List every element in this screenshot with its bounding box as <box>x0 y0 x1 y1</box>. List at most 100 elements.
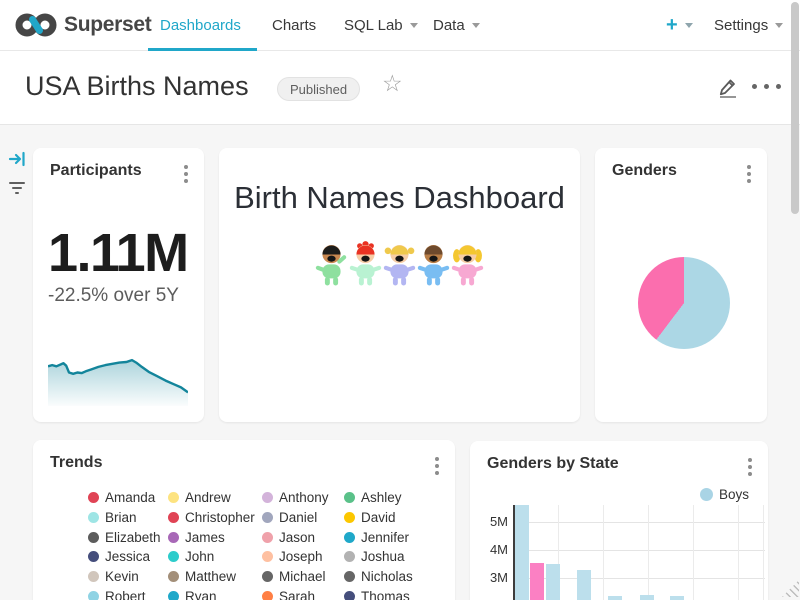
nav-tab-charts[interactable]: Charts <box>272 0 316 50</box>
legend-label: David <box>361 510 396 525</box>
more-actions-button[interactable] <box>752 84 781 89</box>
legend-item-boys[interactable]: Boys <box>700 487 749 502</box>
chart-title: Trends <box>50 454 102 472</box>
trendline-sparkline[interactable] <box>48 344 188 406</box>
nav-menu-label: Settings <box>714 17 768 34</box>
card-resize-handle[interactable] <box>782 580 799 597</box>
kebab-menu-button[interactable] <box>745 163 753 185</box>
legend-item-brian[interactable]: Brian <box>88 508 168 528</box>
legend-label: Jason <box>279 530 315 545</box>
legend-label: Ashley <box>361 490 402 505</box>
legend-item-david[interactable]: David <box>344 508 454 528</box>
legend-item-anthony[interactable]: Anthony <box>262 488 344 508</box>
legend-dot <box>88 492 99 503</box>
legend-dot <box>262 512 273 523</box>
legend-label: Brian <box>105 510 137 525</box>
bar-boys[interactable] <box>640 595 654 600</box>
legend-item-daniel[interactable]: Daniel <box>262 508 344 528</box>
legend-item-ryan[interactable]: Ryan <box>168 586 262 600</box>
kebab-menu-button[interactable] <box>433 455 441 477</box>
genders-pie-chart[interactable] <box>638 257 730 349</box>
legend-item-john[interactable]: John <box>168 547 262 567</box>
legend-item-jessica[interactable]: Jessica <box>88 547 168 567</box>
superset-logo[interactable]: Superset <box>14 11 151 39</box>
legend-dot <box>168 492 179 503</box>
nav-menu-data[interactable]: Data <box>433 0 480 50</box>
y-axis-tick: 4M <box>478 542 508 557</box>
bar-boys[interactable] <box>577 570 591 600</box>
scrollbar-thumb[interactable] <box>791 2 799 214</box>
chevron-down-icon <box>685 23 693 28</box>
legend-label: Robert <box>105 589 146 600</box>
legend-label: Thomas <box>361 589 410 600</box>
legend-dot <box>168 532 179 543</box>
top-navbar: Superset Dashboards Charts SQL Lab Data … <box>0 0 800 51</box>
legend-item-amanda[interactable]: Amanda <box>88 488 168 508</box>
chevron-down-icon <box>410 23 418 28</box>
nav-menu-sql-lab[interactable]: SQL Lab <box>344 0 418 50</box>
kid-figure <box>349 236 382 292</box>
legend-item-matthew[interactable]: Matthew <box>168 567 262 587</box>
legend-item-thomas[interactable]: Thomas <box>344 586 454 600</box>
legend-item-sarah[interactable]: Sarah <box>262 586 344 600</box>
plus-icon: + <box>666 14 678 37</box>
bar-boys[interactable] <box>670 596 684 600</box>
legend-item-michael[interactable]: Michael <box>262 567 344 587</box>
legend-dot <box>168 512 179 523</box>
kid-figure <box>315 236 348 292</box>
gridline <box>515 550 765 551</box>
y-axis-tick: 5M <box>478 514 508 529</box>
kebab-menu-button[interactable] <box>746 456 754 478</box>
legend-item-joshua[interactable]: Joshua <box>344 547 454 567</box>
legend-item-elizabeth[interactable]: Elizabeth <box>88 527 168 547</box>
kebab-menu-button[interactable] <box>182 163 190 185</box>
legend-item-jason[interactable]: Jason <box>262 527 344 547</box>
bar-boys[interactable] <box>608 596 622 600</box>
legend-label: Michael <box>279 569 326 584</box>
legend-item-nicholas[interactable]: Nicholas <box>344 567 454 587</box>
legend-dot <box>262 532 273 543</box>
chart-title: Genders by State <box>487 455 619 473</box>
superset-infinity-icon <box>14 11 58 39</box>
chevron-down-icon <box>472 23 480 28</box>
expand-filter-bar-button[interactable] <box>8 150 26 173</box>
bar-boys[interactable] <box>515 505 529 600</box>
legend-label: Jennifer <box>361 530 409 545</box>
big-number-value: 1.11M <box>48 222 188 284</box>
bar-girls[interactable] <box>530 563 544 600</box>
legend-item-robert[interactable]: Robert <box>88 586 168 600</box>
legend-item-andrew[interactable]: Andrew <box>168 488 262 508</box>
kid-figure <box>417 236 450 292</box>
favorite-star-icon[interactable]: ☆ <box>382 72 403 95</box>
nav-menu-settings[interactable]: Settings <box>714 0 783 50</box>
legend-item-christopher[interactable]: Christopher <box>168 508 262 528</box>
legend-dot <box>262 492 273 503</box>
legend-item-joseph[interactable]: Joseph <box>262 547 344 567</box>
dashboard-header: USA Births Names Published ☆ <box>0 51 800 125</box>
legend-dot <box>88 551 99 562</box>
legend-dot <box>344 591 355 600</box>
bar-boys[interactable] <box>546 564 560 600</box>
legend-item-ashley[interactable]: Ashley <box>344 488 454 508</box>
new-item-button[interactable]: + <box>666 0 693 50</box>
kid-figure <box>451 236 484 292</box>
gridline <box>515 522 765 523</box>
legend-label: Jessica <box>105 549 150 564</box>
gridline <box>648 505 649 600</box>
edit-dashboard-button[interactable] <box>716 75 740 104</box>
legend-item-kevin[interactable]: Kevin <box>88 567 168 587</box>
legend-label: Christopher <box>185 510 255 525</box>
arrow-right-to-bar-icon <box>8 150 26 168</box>
brand-name: Superset <box>64 13 151 37</box>
legend-dot <box>88 591 99 600</box>
published-badge[interactable]: Published <box>277 77 360 101</box>
legend-label: Joshua <box>361 549 405 564</box>
legend-label: Nicholas <box>361 569 413 584</box>
chart-title: Participants <box>50 162 142 180</box>
filter-list-icon[interactable] <box>8 182 25 197</box>
legend-item-jennifer[interactable]: Jennifer <box>344 527 454 547</box>
legend-item-james[interactable]: James <box>168 527 262 547</box>
legend-label: Ryan <box>185 589 217 600</box>
legend-label: Elizabeth <box>105 530 161 545</box>
nav-tab-dashboards[interactable]: Dashboards <box>160 0 241 50</box>
